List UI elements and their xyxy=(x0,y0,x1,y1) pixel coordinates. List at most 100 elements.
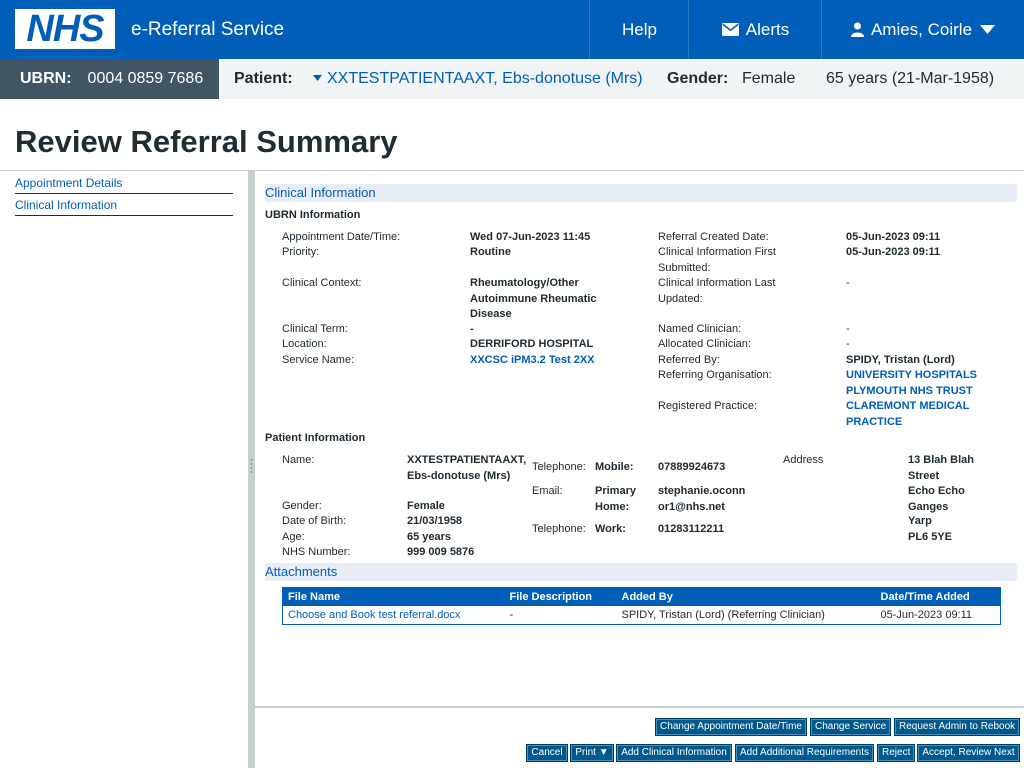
nhs-logo-text: NHS xyxy=(26,8,104,50)
patient-name-label: Name: xyxy=(282,454,315,466)
envelope-icon xyxy=(721,23,739,36)
email-label: Email: xyxy=(532,485,563,497)
caret-down-icon xyxy=(313,75,322,81)
ubrn-box: UBRN: 0004 0859 7686 xyxy=(0,59,219,99)
attachment-file-link[interactable]: Choose and Book test referral.docx xyxy=(283,606,505,625)
address-line-3: Yarp xyxy=(908,515,932,527)
drag-handle-icon xyxy=(250,459,253,473)
nhs-number-label: NHS Number: xyxy=(282,546,351,558)
patient-label: Patient: xyxy=(234,70,293,87)
dob-value: 21/03/1958 xyxy=(407,515,463,527)
cancel-button[interactable]: Cancel xyxy=(526,744,568,762)
patient-gender-value: Female xyxy=(407,500,445,512)
referring-org-label: Referring Organisation: xyxy=(658,369,772,381)
request-rebook-button[interactable]: Request Admin to Rebook xyxy=(894,718,1020,736)
location-label: Location: xyxy=(282,338,327,350)
splitter-bar[interactable] xyxy=(248,171,255,768)
nhs-number-value: 999 009 5876 xyxy=(407,546,475,558)
col-date-added[interactable]: Date/Time Added xyxy=(875,587,1001,606)
patient-gender-label: Gender: xyxy=(282,500,322,512)
clinical-last-updated-value: - xyxy=(846,277,850,289)
mobile-value: 07889924673 xyxy=(658,461,726,473)
priority-value: Routine xyxy=(470,246,511,258)
add-requirements-button[interactable]: Add Additional Requirements xyxy=(735,744,874,762)
primary-home-label: Primary Home: xyxy=(595,485,636,513)
referred-by-label: Referred By: xyxy=(658,354,720,366)
registered-practice-link[interactable]: CLAREMONT MEDICAL PRACTICE xyxy=(846,399,986,430)
title-divider xyxy=(0,170,1024,171)
clinical-term-value: - xyxy=(470,323,474,335)
clinical-info-section-header: Clinical Information xyxy=(265,184,1017,202)
change-service-button[interactable]: Change Service xyxy=(810,718,891,736)
referring-org-link[interactable]: UNIVERSITY HOSPITALS PLYMOUTH NHS TRUST xyxy=(846,368,996,399)
page-title: Review Referral Summary xyxy=(15,124,398,159)
appointment-datetime-value: Wed 07-Jun-2023 11:45 xyxy=(470,231,591,243)
patient-name: XXTESTPATIENTAAXT, Ebs-donotuse (Mrs) xyxy=(327,70,643,87)
clinical-term-label: Clinical Term: xyxy=(282,323,348,335)
address-line-4: PL6 5YE xyxy=(908,531,953,543)
address-label: Address xyxy=(783,454,824,466)
left-navigation: Appointment Details Clinical Information xyxy=(15,172,233,216)
allocated-clinician-value: - xyxy=(846,338,850,350)
help-link[interactable]: Help xyxy=(589,0,689,59)
mobile-label: Mobile: xyxy=(595,461,634,473)
patient-dropdown[interactable]: XXTESTPATIENTAAXT, Ebs-donotuse (Mrs) xyxy=(313,70,643,88)
user-menu[interactable]: Amies, Coirle xyxy=(821,0,1024,59)
service-name-label: Service Name: xyxy=(282,354,355,366)
nav-clinical-information[interactable]: Clinical Information xyxy=(15,194,233,216)
patient-name-value: XXTESTPATIENTAAXT, Ebs-donotuse (Mrs) xyxy=(407,454,527,482)
gender-label: Gender: xyxy=(667,70,729,87)
address-line-1: 13 Blah Blah Street xyxy=(908,454,975,482)
appointment-datetime-label: Appointment Date/Time: xyxy=(282,231,401,243)
allocated-clinician-label: Allocated Clinician: xyxy=(658,338,751,350)
clinical-first-submitted-value: 05-Jun-2023 09:11 xyxy=(846,246,941,258)
work-value: 01283112211 xyxy=(658,523,725,535)
priority-label: Priority: xyxy=(282,246,320,258)
attachment-added-by: SPIDY, Tristan (Lord) (Referring Clinici… xyxy=(621,608,825,621)
service-name: e-Referral Service xyxy=(131,19,285,40)
age-label: Age: xyxy=(282,531,305,543)
nav-appointment-details[interactable]: Appointment Details xyxy=(15,172,233,194)
attachments-table: File Name File Description Added By Date… xyxy=(282,587,1001,625)
add-clinical-info-button[interactable]: Add Clinical Information xyxy=(616,744,732,762)
attachments-section-header: Attachments xyxy=(265,563,1017,581)
attachment-description: - xyxy=(509,608,514,621)
accept-review-next-button[interactable]: Accept, Review Next xyxy=(917,744,1020,762)
named-clinician-value: - xyxy=(846,323,850,335)
col-file-description[interactable]: File Description xyxy=(504,587,617,606)
referred-by-value: SPIDY, Tristan (Lord) xyxy=(846,354,955,366)
table-row: Choose and Book test referral.docx - SPI… xyxy=(283,606,1001,625)
nhs-logo[interactable]: NHS xyxy=(15,9,115,49)
clinical-context-value: Rheumatology/Other Autoimmune Rheumatic … xyxy=(470,277,597,320)
reject-button[interactable]: Reject xyxy=(877,744,915,762)
clinical-context-label: Clinical Context: xyxy=(282,277,362,289)
user-name: Amies, Coirle xyxy=(870,19,973,39)
col-file-name[interactable]: File Name xyxy=(282,587,505,606)
ubrn-value: 0004 0859 7686 xyxy=(87,70,204,87)
work-label: Work: xyxy=(595,523,626,535)
alerts-link[interactable]: Alerts xyxy=(688,0,822,59)
clinical-first-submitted-label: Clinical Information First Submitted: xyxy=(658,246,776,274)
gender-value: Female xyxy=(742,70,796,87)
ubrn-label: UBRN: xyxy=(20,70,72,87)
ubrn-info-heading: UBRN Information xyxy=(265,209,361,221)
named-clinician-label: Named Clinician: xyxy=(658,323,742,335)
clinical-last-updated-label: Clinical Information Last Updated: xyxy=(658,277,776,305)
patient-info-heading: Patient Information xyxy=(265,432,366,444)
user-icon xyxy=(850,22,864,37)
address-line-2: Echo Echo Ganges xyxy=(908,485,965,513)
table-header-row: File Name File Description Added By Date… xyxy=(282,587,1001,606)
footer-divider xyxy=(255,706,1024,708)
registered-practice-label: Registered Practice: xyxy=(658,400,758,412)
change-appointment-button[interactable]: Change Appointment Date/Time xyxy=(655,718,807,736)
age-dob: 65 years (21-Mar-1958) xyxy=(826,70,995,87)
chevron-down-icon xyxy=(980,25,996,34)
patient-banner: UBRN: 0004 0859 7686 Patient: XXTESTPATI… xyxy=(0,59,1024,99)
print-button[interactable]: Print ▼ xyxy=(570,744,614,762)
top-header: NHS e-Referral Service Help Alerts Amies… xyxy=(0,0,1024,59)
email-value: stephanie.oconnor1@nhs.net xyxy=(658,485,746,513)
dob-label: Date of Birth: xyxy=(282,515,347,527)
service-name-link[interactable]: XXCSC iPM3.2 Test 2XX xyxy=(470,353,595,369)
telephone-label: Telephone: xyxy=(532,461,586,473)
col-added-by[interactable]: Added By xyxy=(616,587,876,606)
